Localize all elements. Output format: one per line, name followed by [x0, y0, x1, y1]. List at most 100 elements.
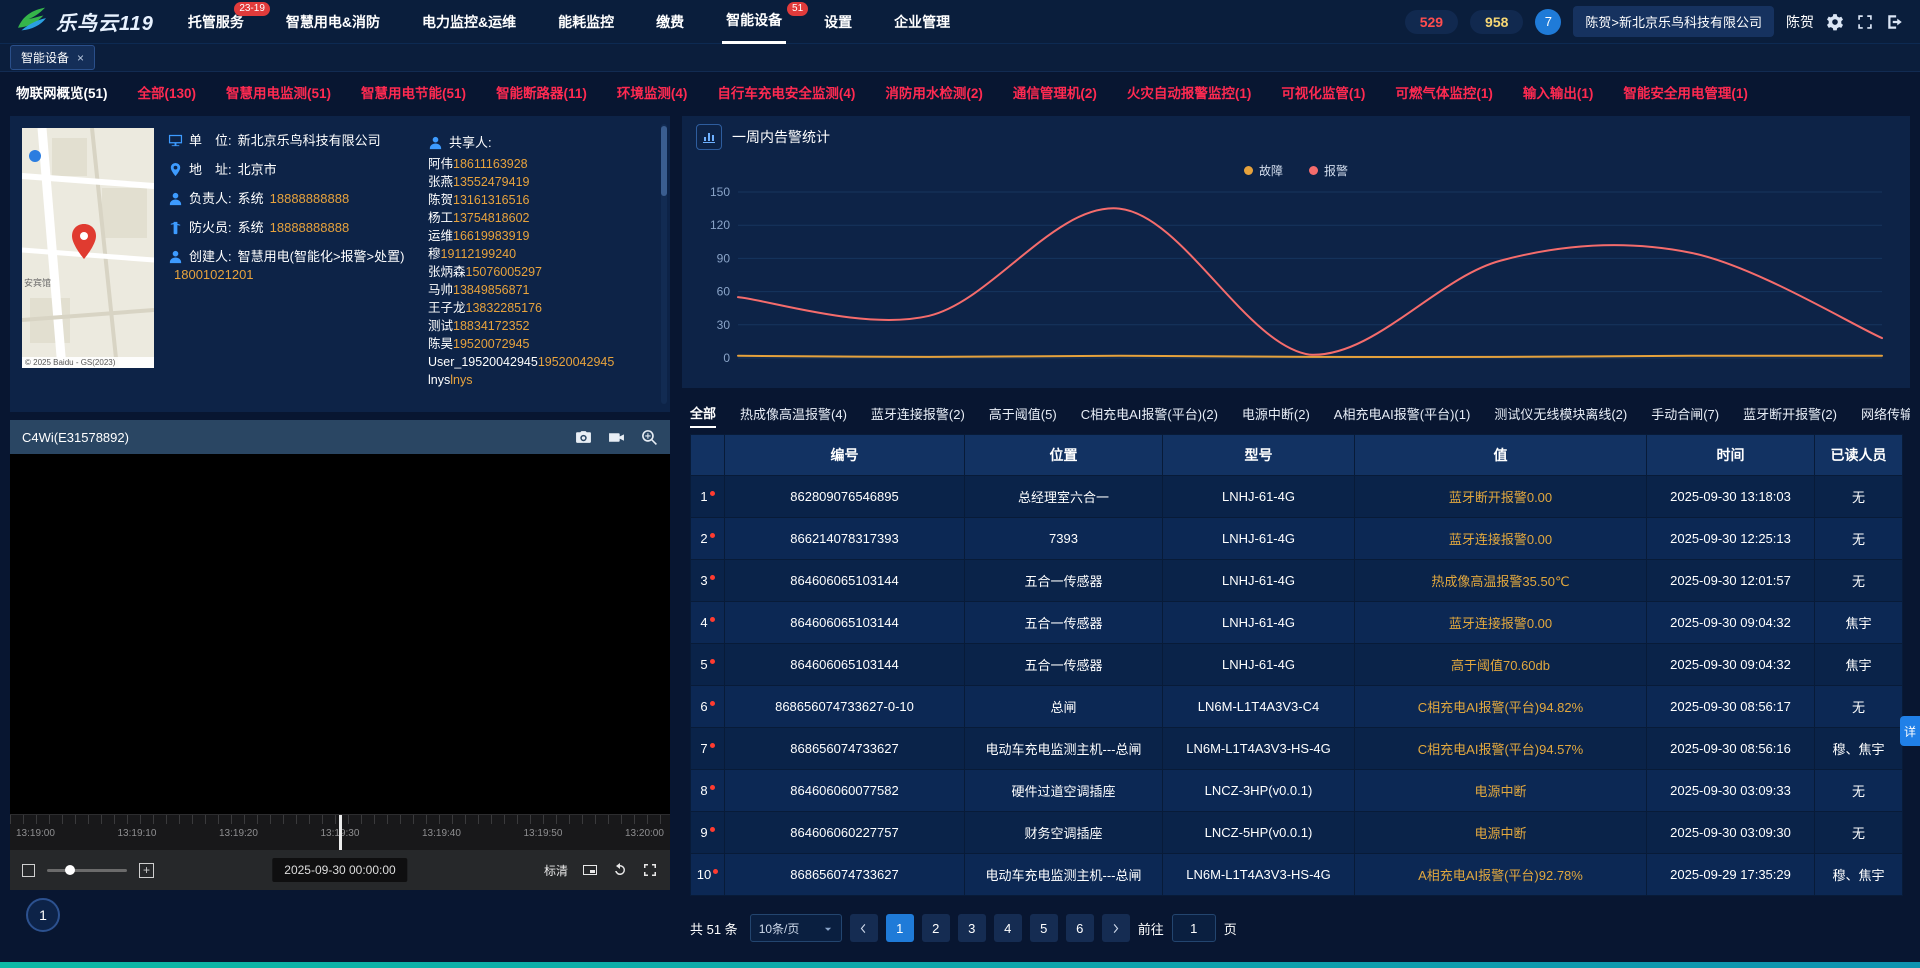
field-phone[interactable]: 18888888888: [270, 190, 350, 208]
alarm-count-pill[interactable]: 529: [1405, 10, 1458, 34]
alert-type-tab[interactable]: 电源中断(2): [1242, 398, 1310, 427]
alert-type-tab[interactable]: A相充电AI报警(平台)(1): [1334, 398, 1471, 427]
timeline-zoom-slider[interactable]: [47, 869, 127, 872]
share-person[interactable]: 陈贺13161316516: [428, 191, 654, 209]
alert-type-tab[interactable]: 测试仪无线模块离线(2): [1494, 398, 1627, 427]
nav-item[interactable]: 电力监控&运维: [418, 0, 520, 44]
share-person[interactable]: 马帅13849856871: [428, 281, 654, 299]
field-phone[interactable]: 18888888888: [270, 219, 350, 237]
tab-smart-devices[interactable]: 智能设备: [10, 45, 95, 70]
alert-type-tab[interactable]: C相充电AI报警(平台)(2): [1081, 398, 1218, 427]
record-video-icon[interactable]: [608, 429, 625, 446]
page-button[interactable]: 6: [1066, 914, 1094, 942]
legend-item[interactable]: 报警: [1309, 162, 1348, 179]
table-row[interactable]: 5864606065103144五合一传感器LNHJ-61-4G高于阈值70.6…: [691, 644, 1903, 686]
slider-knob[interactable]: [65, 865, 75, 875]
legend-item[interactable]: 故障: [1244, 162, 1283, 179]
share-person[interactable]: lnyslnys: [428, 371, 654, 389]
zoom-in-icon[interactable]: [641, 429, 658, 446]
user-name[interactable]: 陈贺: [1786, 12, 1814, 32]
share-person[interactable]: 张炳森15076005297: [428, 263, 654, 281]
table-row[interactable]: 8864606060077582硬件过道空调插座LNCZ-3HP(v0.0.1)…: [691, 770, 1903, 812]
page-button[interactable]: 5: [1030, 914, 1058, 942]
category-filter[interactable]: 智慧用电监测(51): [226, 82, 331, 102]
message-count-badge[interactable]: 7: [1535, 9, 1561, 35]
timeline-playhead[interactable]: [339, 815, 342, 850]
replay-icon[interactable]: [612, 862, 628, 878]
page-button[interactable]: 2: [922, 914, 950, 942]
table-row[interactable]: 4864606065103144五合一传感器LNHJ-61-4G蓝牙连接报警0.…: [691, 602, 1903, 644]
table-row[interactable]: 10868656074733627电动车充电监测主机---总闸LN6M-L1T4…: [691, 854, 1903, 896]
alert-type-tab[interactable]: 全部: [690, 397, 716, 428]
detail-drawer-handle[interactable]: 详: [1900, 716, 1920, 746]
playback-datetime[interactable]: 2025-09-30 00:00:00: [272, 858, 407, 882]
tab-close-icon[interactable]: [77, 51, 84, 65]
nav-item[interactable]: 智慧用电&消防: [282, 0, 384, 44]
alert-type-tab[interactable]: 高于阈值(5): [989, 398, 1057, 427]
info-panel-scrollbar[interactable]: [661, 124, 667, 404]
fault-count-pill[interactable]: 958: [1470, 10, 1523, 34]
category-filter[interactable]: 全部(130): [138, 82, 197, 102]
category-filter[interactable]: 火灾自动报警监控(1): [1127, 82, 1252, 102]
scrollbar-thumb[interactable]: [661, 126, 667, 196]
category-filter[interactable]: 物联网概览(51): [16, 82, 108, 102]
alert-type-tab[interactable]: 蓝牙断开报警(2): [1743, 398, 1837, 427]
nav-item[interactable]: 企业管理: [890, 0, 954, 44]
table-row[interactable]: 6868656074733627-0-10总闸LN6M-L1T4A3V3-C4C…: [691, 686, 1903, 728]
share-person[interactable]: 穆19112199240: [428, 245, 654, 263]
page-button[interactable]: 3: [958, 914, 986, 942]
settings-gear-icon[interactable]: [1826, 13, 1844, 31]
zoom-plus-icon[interactable]: +: [139, 863, 154, 878]
share-person[interactable]: 王子龙13832285176: [428, 299, 654, 317]
page-size-select[interactable]: 10条/页: [750, 914, 842, 942]
share-person[interactable]: 杨工13754818602: [428, 209, 654, 227]
category-filter[interactable]: 消防用水检测(2): [885, 82, 983, 102]
category-filter[interactable]: 可视化监管(1): [1281, 82, 1365, 102]
category-filter[interactable]: 智慧用电节能(51): [361, 82, 466, 102]
alert-type-tab[interactable]: 蓝牙连接报警(2): [871, 398, 965, 427]
share-person[interactable]: 张燕13552479419: [428, 173, 654, 191]
notification-float-button[interactable]: 1: [26, 898, 60, 932]
share-person[interactable]: 测试18834172352: [428, 317, 654, 335]
table-row[interactable]: 28662140783173937393LNHJ-61-4G蓝牙连接报警0.00…: [691, 518, 1903, 560]
page-button[interactable]: 1: [886, 914, 914, 942]
company-selector[interactable]: 陈贺>新北京乐鸟科技有限公司: [1573, 6, 1774, 37]
nav-item[interactable]: 设置: [820, 0, 856, 44]
category-filter[interactable]: 通信管理机(2): [1013, 82, 1097, 102]
map-thumbnail[interactable]: 安宾馆 © 2025 Baidu - GS(2023): [22, 128, 154, 368]
share-person[interactable]: 运维16619983919: [428, 227, 654, 245]
nav-item[interactable]: 能耗监控: [554, 0, 618, 44]
next-page-button[interactable]: [1102, 914, 1130, 942]
nav-item[interactable]: 缴费: [652, 0, 688, 44]
snapshot-camera-icon[interactable]: [575, 429, 592, 446]
category-filter[interactable]: 自行车充电安全监测(4): [717, 82, 855, 102]
quality-selector[interactable]: 标清: [544, 862, 568, 879]
category-filter[interactable]: 输入输出(1): [1523, 82, 1594, 102]
table-row[interactable]: 9864606060227757财务空调插座LNCZ-5HP(v0.0.1)电源…: [691, 812, 1903, 854]
alert-type-tab[interactable]: 热成像高温报警(4): [740, 398, 847, 427]
goto-page-input[interactable]: [1172, 914, 1216, 942]
share-person[interactable]: 陈昊19520072945: [428, 335, 654, 353]
fullscreen-icon[interactable]: [1856, 13, 1874, 31]
category-filter[interactable]: 智能断路器(11): [496, 82, 587, 102]
video-stream[interactable]: 13:19:0013:19:1013:19:2013:19:3013:19:40…: [10, 454, 670, 850]
table-row[interactable]: 3864606065103144五合一传感器LNHJ-61-4G热成像高温报警3…: [691, 560, 1903, 602]
logout-icon[interactable]: [1886, 13, 1904, 31]
stop-icon[interactable]: [22, 864, 35, 877]
table-row[interactable]: 7868656074733627电动车充电监测主机---总闸LN6M-L1T4A…: [691, 728, 1903, 770]
category-filter[interactable]: 可燃气体监控(1): [1395, 82, 1493, 102]
app-logo[interactable]: 乐鸟云119: [16, 5, 154, 38]
field-phone[interactable]: 18001021201: [174, 266, 254, 284]
share-person[interactable]: User_1952004294519520042945: [428, 353, 654, 371]
category-filter[interactable]: 智能安全用电管理(1): [1623, 82, 1748, 102]
share-person[interactable]: 阿伟18611163928: [428, 155, 654, 173]
video-fullscreen-icon[interactable]: [642, 862, 658, 878]
page-button[interactable]: 4: [994, 914, 1022, 942]
video-timeline[interactable]: 13:19:0013:19:1013:19:2013:19:3013:19:40…: [10, 814, 670, 850]
alert-type-tab[interactable]: 网络传输故障(24): [1861, 398, 1910, 427]
pip-icon[interactable]: [582, 862, 598, 878]
category-filter[interactable]: 环境监测(4): [617, 82, 688, 102]
nav-item[interactable]: 托管服务23-19: [184, 0, 248, 44]
nav-item[interactable]: 智能设备51: [722, 0, 786, 44]
alert-type-tab[interactable]: 手动合闸(7): [1651, 398, 1719, 427]
